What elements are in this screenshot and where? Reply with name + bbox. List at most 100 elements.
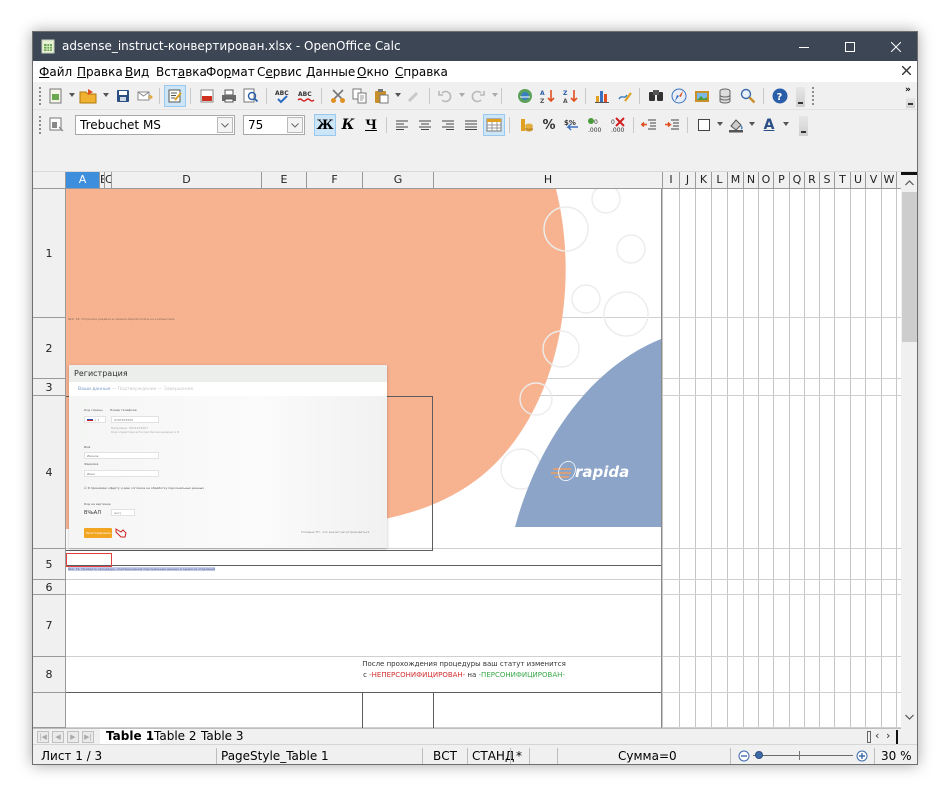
- column-header-a[interactable]: A: [66, 172, 100, 189]
- row-header-5[interactable]: 5: [33, 549, 66, 580]
- menu-tools[interactable]: Сервис: [257, 65, 302, 79]
- menu-data[interactable]: Данные: [306, 65, 355, 79]
- column-header-f[interactable]: F: [307, 172, 363, 189]
- new-document-button[interactable]: [45, 85, 67, 107]
- borders-dropdown[interactable]: [717, 122, 723, 126]
- next-sheet-button[interactable]: ▶: [67, 731, 79, 743]
- spreadsheet-grid[interactable]: ABCDEFGHIJKLMNOPQRSTUVWX 12345678 rapida: [33, 172, 901, 728]
- registration-screenshot[interactable]: Регистрация Ваши данные — Подтверждение …: [69, 365, 387, 548]
- data-sources-button[interactable]: [714, 85, 736, 107]
- split-handle[interactable]: [901, 172, 917, 175]
- menu-insert[interactable]: Вставка: [156, 65, 207, 79]
- save-button[interactable]: [112, 85, 134, 107]
- sort-descending-button[interactable]: ZA: [560, 85, 582, 107]
- row-header-7[interactable]: 7: [33, 595, 66, 657]
- gallery-button[interactable]: [691, 85, 713, 107]
- spellcheck-button[interactable]: ABC: [272, 85, 294, 107]
- sort-ascending-button[interactable]: AZ: [537, 85, 559, 107]
- zoom-percent[interactable]: 30 %: [881, 749, 912, 763]
- toolbar-grip-3[interactable]: [39, 116, 41, 134]
- standard-format-button[interactable]: $%: [561, 114, 583, 136]
- more-toolbars-icon[interactable]: »: [905, 85, 911, 95]
- paste-button[interactable]: [371, 85, 393, 107]
- styles-formatting-button[interactable]: [46, 114, 68, 136]
- zoom-out-icon[interactable]: [738, 750, 750, 762]
- toolbar-grip-2[interactable]: [812, 87, 814, 105]
- row-header-8[interactable]: 8: [33, 657, 66, 693]
- first-sheet-button[interactable]: |◀: [37, 731, 49, 743]
- row-header-3[interactable]: 3: [33, 379, 66, 396]
- sum-display[interactable]: Сумма=0: [618, 749, 677, 763]
- formatting-toolbar-overflow[interactable]: [799, 116, 808, 136]
- standard-toolbar-overflow[interactable]: [796, 87, 805, 107]
- borders-button[interactable]: [693, 114, 715, 136]
- column-header-t[interactable]: T: [835, 172, 851, 189]
- redo-dropdown[interactable]: [492, 93, 498, 97]
- font-color-dropdown[interactable]: [783, 122, 789, 126]
- scroll-up-icon[interactable]: [905, 180, 914, 186]
- background-color-button[interactable]: [725, 114, 747, 136]
- row-header-2[interactable]: 2: [33, 318, 66, 379]
- font-size-combo[interactable]: 75: [243, 115, 305, 135]
- align-right-button[interactable]: [437, 114, 459, 136]
- align-center-button[interactable]: [414, 114, 436, 136]
- selection-mode[interactable]: СТАНД: [472, 749, 514, 763]
- column-header-v[interactable]: V: [866, 172, 882, 189]
- open-button[interactable]: [77, 85, 99, 107]
- italic-button[interactable]: К: [337, 114, 359, 136]
- navigator-button[interactable]: [668, 85, 690, 107]
- column-header-p[interactable]: P: [774, 172, 790, 189]
- column-header-w[interactable]: W: [882, 172, 897, 189]
- new-document-dropdown[interactable]: [69, 93, 75, 97]
- font-color-button[interactable]: A: [758, 114, 780, 136]
- column-header-i[interactable]: I: [663, 172, 680, 189]
- zoom-button[interactable]: [737, 85, 759, 107]
- row-header-6[interactable]: 6: [33, 580, 66, 595]
- column-header-m[interactable]: M: [728, 172, 744, 189]
- print-button[interactable]: [218, 85, 240, 107]
- underline-button[interactable]: Ч: [360, 114, 382, 136]
- menu-file[interactable]: Файл: [39, 65, 72, 79]
- column-header-e[interactable]: E: [262, 172, 307, 189]
- cut-button[interactable]: [327, 85, 349, 107]
- menu-help[interactable]: Справка: [395, 65, 448, 79]
- column-header-d[interactable]: D: [112, 172, 262, 189]
- last-sheet-button[interactable]: ▶|: [82, 731, 94, 743]
- help-button[interactable]: ?: [769, 85, 791, 107]
- currency-format-button[interactable]: [515, 114, 537, 136]
- column-header-h[interactable]: H: [434, 172, 663, 189]
- zoom-slider-track[interactable]: [753, 755, 853, 756]
- align-justify-button[interactable]: [460, 114, 482, 136]
- edit-file-button[interactable]: [164, 85, 186, 107]
- autospellcheck-button[interactable]: ABC: [295, 85, 317, 107]
- scroll-left-button[interactable]: ‹: [875, 729, 879, 742]
- delete-decimal-button[interactable]: 0.000: [607, 114, 629, 136]
- column-header-n[interactable]: N: [744, 172, 759, 189]
- column-header-l[interactable]: L: [712, 172, 728, 189]
- column-header-c[interactable]: C: [105, 172, 112, 189]
- page-preview-button[interactable]: [240, 85, 262, 107]
- decrease-indent-button[interactable]: [638, 114, 660, 136]
- insert-chart-button[interactable]: [591, 85, 613, 107]
- prev-sheet-button[interactable]: ◀: [52, 731, 64, 743]
- toolbar-grip[interactable]: [39, 87, 41, 105]
- column-header-j[interactable]: J: [680, 172, 696, 189]
- font-name-combo[interactable]: Trebuchet MS: [75, 115, 235, 135]
- column-header-r[interactable]: R: [805, 172, 820, 189]
- merge-cells-button[interactable]: [483, 114, 505, 136]
- column-header-o[interactable]: O: [759, 172, 774, 189]
- undo-dropdown[interactable]: [459, 93, 465, 97]
- percent-format-button[interactable]: %: [538, 114, 560, 136]
- close-document-button[interactable]: [901, 64, 912, 79]
- email-button[interactable]: [134, 85, 156, 107]
- align-left-button[interactable]: [391, 114, 413, 136]
- export-pdf-button[interactable]: [196, 85, 218, 107]
- increase-indent-button[interactable]: [661, 114, 683, 136]
- column-header-g[interactable]: G: [363, 172, 434, 189]
- undo-button[interactable]: [434, 85, 456, 107]
- maximize-button[interactable]: [827, 32, 873, 61]
- vertical-scrollbar[interactable]: [901, 172, 917, 728]
- paste-dropdown[interactable]: [395, 93, 401, 97]
- find-replace-button[interactable]: [645, 85, 667, 107]
- select-all-corner[interactable]: [33, 172, 66, 189]
